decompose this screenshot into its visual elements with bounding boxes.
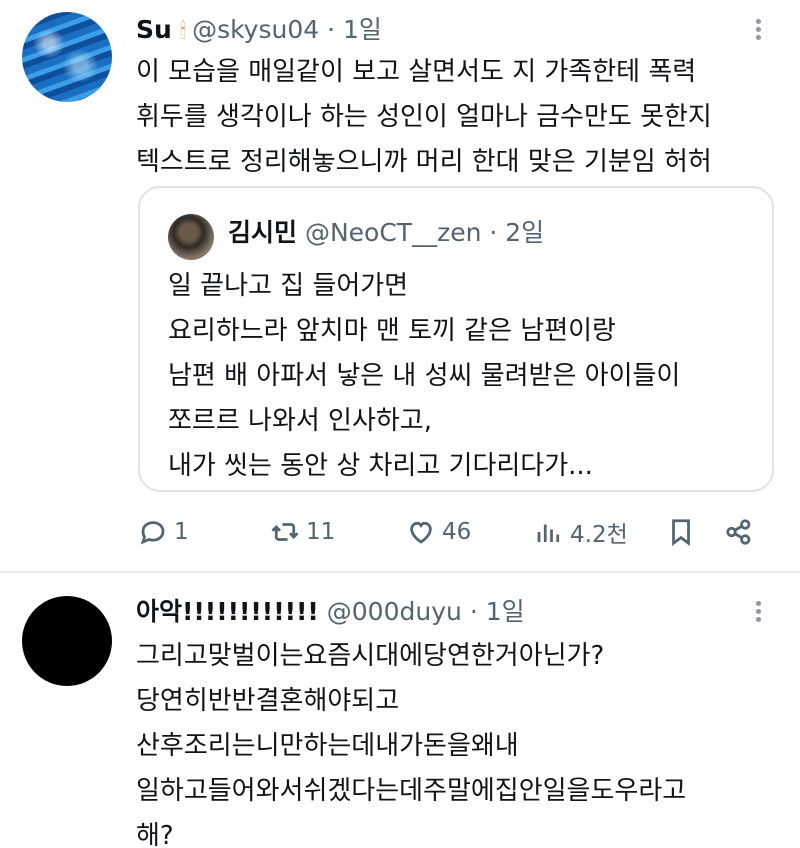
tweet-text: 그리고맞벌이는요즘시대에당연한거아닌가? 당연히반반결혼해야되고 산후조리는니만… — [136, 634, 686, 848]
views-button[interactable]: 4.2천 — [534, 512, 628, 552]
display-name[interactable]: 아악!!!!!!!!!!!! — [136, 597, 319, 626]
user-handle[interactable]: @skysu04 — [192, 15, 319, 44]
heart-icon — [410, 521, 432, 544]
bookmark-button[interactable] — [666, 512, 696, 552]
quote-text-line: 내가 씻는 동안 상 차리고 기다리다가... — [168, 451, 593, 481]
share-button[interactable] — [724, 512, 754, 552]
user-handle[interactable]: @000duyu — [327, 597, 462, 626]
quote-text: 일 끝나고 집 들어가면 요리하느라 앞치마 맨 토끼 같은 남편이랑 남편 배… — [168, 264, 680, 489]
retweet-count: 11 — [306, 519, 336, 545]
like-count: 46 — [442, 519, 472, 545]
quote-text-line: 남편 배 아파서 낳은 내 성씨 물려받은 아이들이 — [168, 361, 681, 391]
reply-button[interactable]: 1 — [138, 512, 189, 552]
tweet-header: 아악!!!!!!!!!!!! @000duyu · 1일 — [136, 596, 525, 628]
reply-count: 1 — [174, 519, 189, 545]
retweet-icon — [271, 523, 299, 541]
more-options-icon[interactable] — [748, 598, 768, 626]
bookmark-icon — [672, 519, 690, 546]
separator-dot: · — [327, 15, 336, 44]
quote-text-line: 일 끝나고 집 들어가면 — [168, 271, 409, 301]
avatar[interactable] — [22, 596, 112, 686]
quote-user-handle: @NeoCT__zen — [304, 218, 482, 247]
avatar[interactable] — [22, 12, 112, 102]
tweet-text-line: 이 모습을 매일같이 보고 살면서도 지 가족한테 폭력 — [136, 57, 697, 87]
share-icon — [726, 519, 751, 545]
separator-dot: · — [489, 218, 498, 247]
quote-timestamp: 2일 — [505, 218, 545, 247]
quote-header: 김시민 @NeoCT__zen · 2일 — [228, 216, 544, 250]
display-name[interactable]: Su — [136, 15, 172, 44]
tweet-text-line: 산후조리는니만하는데내가돈을왜내 — [136, 731, 519, 761]
tweet-1[interactable]: Su 🕯 @skysu04 · 1일 이 모습을 매일같이 보고 살면서도 지 가족… — [0, 0, 800, 572]
tweet-header: Su 🕯 @skysu04 · 1일 — [136, 14, 382, 48]
candle-icon: 🕯 — [179, 19, 187, 44]
more-options-icon[interactable] — [748, 16, 768, 44]
timestamp[interactable]: 1일 — [486, 597, 525, 626]
timestamp[interactable]: 1일 — [343, 15, 382, 44]
quote-text-line: 쪼르르 나와서 인사하고, — [168, 406, 432, 436]
reply-icon — [140, 521, 165, 545]
tweet-divider — [0, 571, 800, 573]
quote-avatar — [168, 214, 214, 260]
tweet-text-line: 당연히반반결혼해야되고 — [136, 686, 400, 716]
tweet-text-line: 텍스트로 정리해놓으니까 머리 한대 맞은 기분임 허허 — [136, 147, 712, 177]
tweet-text-line: 휘두를 생각이나 하는 성인이 얼마나 금수만도 못한지 — [136, 102, 712, 132]
view-count: 4.2천 — [570, 522, 628, 548]
quote-text-line: 요리하느라 앞치마 맨 토끼 같은 남편이랑 — [168, 316, 616, 346]
tweet-text-line: 그리고맞벌이는요즘시대에당연한거아닌가? — [136, 641, 605, 671]
tweet-text-line: 일하고들어와서쉬겠다는데주말에집안일을도우라고 — [136, 776, 687, 806]
quoted-tweet[interactable]: 김시민 @NeoCT__zen · 2일 일 끝나고 집 들어가면 요리하느라 … — [138, 186, 774, 492]
quote-display-name: 김시민 — [228, 218, 298, 247]
retweet-button[interactable]: 11 — [270, 512, 335, 552]
separator-dot: · — [469, 597, 478, 626]
action-bar: 1 11 46 4.2천 — [138, 512, 768, 552]
analytics-icon — [537, 524, 560, 542]
tweet-text: 이 모습을 매일같이 보고 살면서도 지 가족한테 폭력 휘두를 생각이나 하는… — [136, 50, 712, 185]
tweet-text-line: 해? — [136, 821, 174, 848]
like-button[interactable]: 46 — [406, 512, 471, 552]
